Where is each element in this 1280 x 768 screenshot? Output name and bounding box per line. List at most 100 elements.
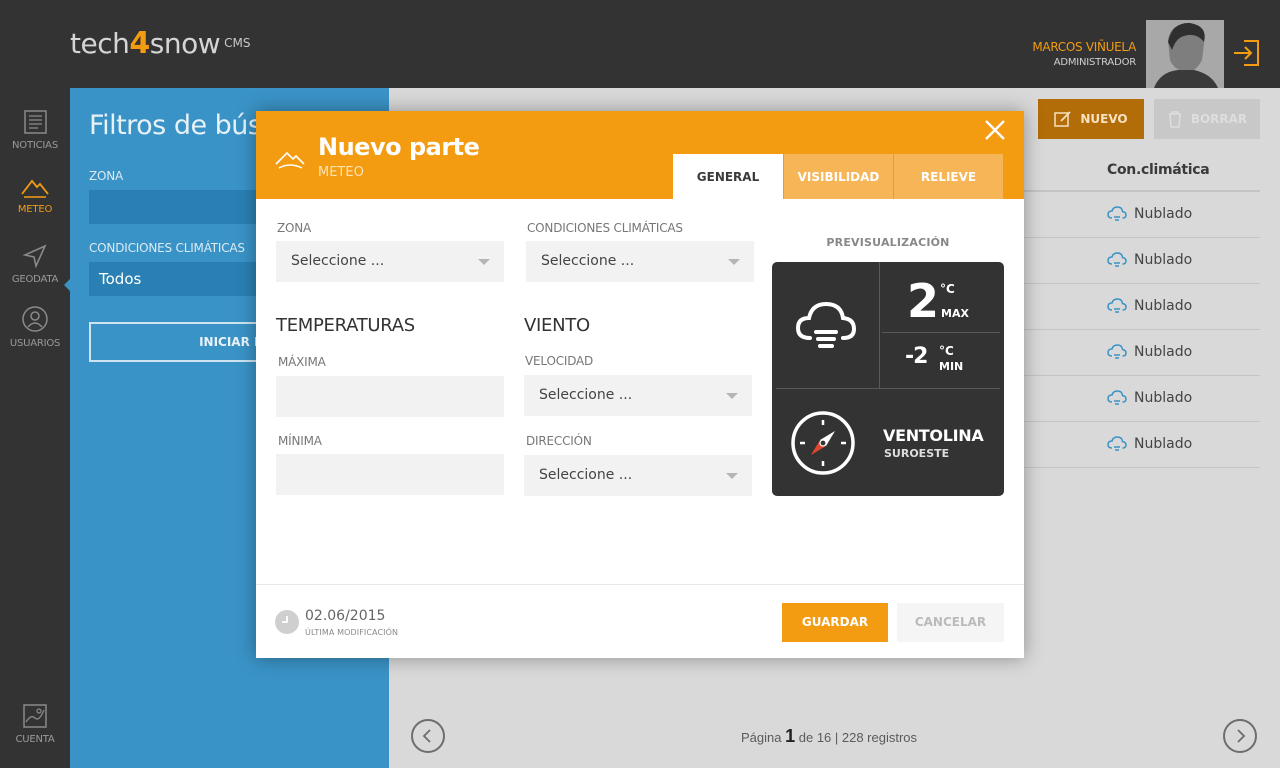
viento-title: VIENTO	[524, 315, 590, 336]
zona-select[interactable]: Seleccione ...	[276, 241, 504, 282]
condiciones-select[interactable]: Seleccione ...	[526, 241, 754, 282]
table-row[interactable]: Nublado	[989, 192, 1260, 238]
preview-wind-name: VENTOLINA	[883, 426, 984, 445]
cloud-icon	[1107, 252, 1127, 267]
tab-visibilidad[interactable]: VISIBILIDAD	[783, 154, 893, 199]
close-icon[interactable]	[982, 117, 1008, 143]
condiciones-select-value: Seleccione ...	[541, 253, 635, 269]
cancel-button[interactable]: CANCELAR	[897, 603, 1004, 642]
zona-select-value: Seleccione ...	[291, 253, 385, 269]
nav-label-noticias: NOTICIAS	[12, 140, 58, 151]
nav-label-usuarios: USUARIOS	[9, 338, 61, 349]
nav-item-geodata[interactable]: GEODATA	[0, 242, 70, 285]
row-condition: Nublado	[1134, 206, 1193, 222]
cloud-icon	[1107, 298, 1127, 313]
row-condition: Nublado	[1134, 390, 1193, 406]
map-icon	[23, 704, 47, 728]
chevron-right-icon	[1237, 729, 1246, 743]
next-page-button[interactable]	[1223, 719, 1257, 753]
pagination-prefix: Página	[741, 730, 782, 745]
velocidad-label: VELOCIDAD	[525, 354, 594, 368]
filter-zona-label: ZONA	[89, 169, 124, 183]
cloudy-weather-icon	[794, 296, 858, 356]
save-button[interactable]: GUARDAR	[782, 603, 888, 642]
tab-general[interactable]: GENERAL	[673, 154, 783, 199]
preview-min-unit: °C	[939, 344, 954, 358]
clock-icon	[275, 610, 299, 634]
logo-text-tech: tech	[70, 27, 130, 60]
cloud-icon	[1107, 436, 1127, 451]
tab-relieve[interactable]: RELIEVE	[893, 154, 1003, 199]
last-modified-date: 02.06/2015	[305, 608, 386, 624]
preview-divider-middle	[882, 332, 1000, 333]
avatar[interactable]	[1146, 20, 1224, 88]
new-report-modal: Nuevo parte METEO GENERAL VISIBILIDAD RE…	[256, 111, 1024, 658]
condiciones-label: CONDICIONES CLIMÁTICAS	[527, 221, 683, 235]
table-row[interactable]: Nublado	[989, 376, 1260, 422]
trash-icon	[1168, 111, 1181, 128]
user-icon	[22, 306, 48, 332]
table-row[interactable]: Nublado	[989, 330, 1260, 376]
velocidad-select[interactable]: Seleccione ...	[524, 375, 752, 416]
nav-item-usuarios[interactable]: USUARIOS	[0, 304, 70, 349]
modal-footer-divider	[256, 584, 1024, 585]
previous-page-button[interactable]	[411, 719, 445, 753]
direccion-select[interactable]: Seleccione ...	[524, 455, 752, 496]
maxima-label: MÁXIMA	[278, 355, 326, 369]
pagination-total: de 16 | 228 registros	[798, 730, 918, 745]
cloud-icon	[1107, 344, 1127, 359]
mountain-icon	[274, 147, 306, 175]
filter-condiciones-label: CONDICIONES CLIMÁTICAS	[89, 241, 245, 255]
table-row[interactable]: Nublado	[989, 422, 1260, 468]
velocidad-select-value: Seleccione ...	[539, 387, 633, 403]
table-row[interactable]: Nublado	[989, 284, 1260, 330]
cloud-icon	[1107, 390, 1127, 405]
column-header-condiciones[interactable]: Con.climática	[1107, 162, 1210, 178]
preview-divider-horizontal	[776, 388, 1000, 389]
preview-wind-direction: SUROESTE	[884, 447, 950, 460]
user-info: MARCOS VIÑUELA ADMINISTRADOR	[1032, 40, 1136, 68]
zona-label: ZONA	[277, 221, 312, 235]
table-row[interactable]: Nublado	[989, 238, 1260, 284]
current-page: 1	[785, 726, 796, 746]
nav-label-cuenta: CUENTA	[15, 734, 55, 745]
preview-min-temp: -2	[905, 344, 928, 369]
direccion-select-value: Seleccione ...	[539, 467, 633, 483]
nav-item-noticias[interactable]: NOTICIAS	[0, 108, 70, 151]
top-bar: tech 4 snow CMS MARCOS VIÑUELA ADMINISTR…	[0, 0, 1280, 88]
modal-header: Nuevo parte METEO GENERAL VISIBILIDAD RE…	[256, 111, 1024, 199]
minima-label: MÍNIMA	[278, 434, 322, 448]
preview-divider-vertical	[879, 262, 880, 388]
app-logo[interactable]: tech 4 snow CMS	[70, 24, 250, 64]
nav-label-geodata: GEODATA	[11, 274, 59, 285]
modal-tabs: GENERAL VISIBILIDAD RELIEVE	[673, 154, 1003, 199]
mountain-icon	[21, 179, 49, 198]
preview-max-unit: °C	[940, 282, 955, 296]
pagination-info: Página 1 de 16 | 228 registros	[741, 726, 917, 747]
logout-icon[interactable]	[1230, 36, 1264, 70]
new-button[interactable]: NUEVO	[1038, 99, 1144, 139]
edit-icon	[1054, 111, 1071, 127]
nav-item-meteo[interactable]: METEO	[0, 174, 70, 215]
delete-button[interactable]: BORRAR	[1154, 99, 1260, 139]
temperaturas-title: TEMPERATURAS	[276, 315, 415, 336]
nav-item-cuenta[interactable]: CUENTA	[0, 702, 70, 745]
minima-input[interactable]	[276, 454, 504, 495]
preview-max-temp: 2	[907, 274, 939, 328]
row-condition: Nublado	[1134, 344, 1193, 360]
preview-max-tag: MAX	[941, 307, 969, 320]
row-condition: Nublado	[1134, 298, 1193, 314]
delete-button-label: BORRAR	[1190, 112, 1248, 126]
cloud-icon	[1107, 206, 1127, 221]
pagination: Página 1 de 16 | 228 registros	[389, 718, 1280, 754]
modal-subtitle: METEO	[318, 165, 364, 180]
row-condition: Nublado	[1134, 252, 1193, 268]
logo-text-four: 4	[129, 26, 150, 61]
chevron-left-icon	[422, 729, 431, 743]
logo-cms-label: CMS	[224, 36, 251, 50]
preview-card: 2 °C MAX -2 °C MIN VENTOLINA SUROESTE	[772, 262, 1004, 496]
maxima-input[interactable]	[276, 376, 504, 417]
navigation-arrow-icon	[22, 244, 47, 269]
last-modified-label: ÚLTIMA MODIFICACIÓN	[305, 628, 399, 637]
chevron-down-icon	[478, 259, 490, 265]
